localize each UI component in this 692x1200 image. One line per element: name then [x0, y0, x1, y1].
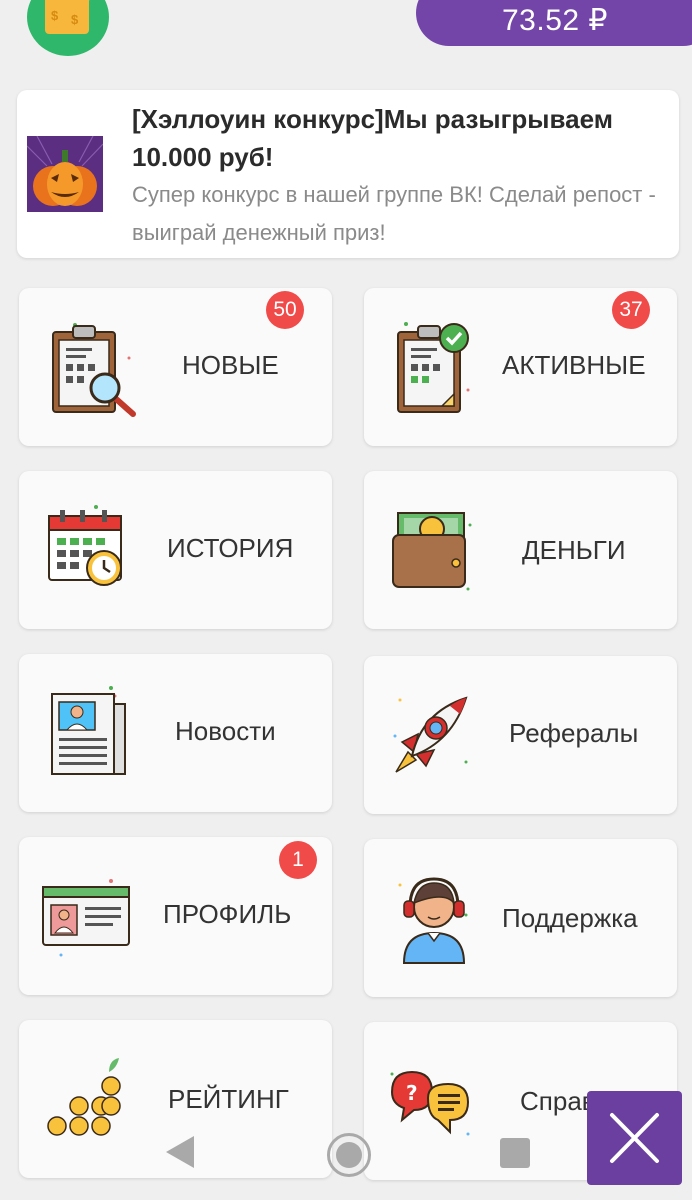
profile-count-badge: 1 — [279, 841, 317, 879]
menu-card-referrals-label: Рефералы — [509, 718, 639, 748]
menu-card-profile[interactable]: ПРОФИЛЬ 1 — [19, 837, 332, 995]
recent-apps-icon[interactable] — [500, 1138, 530, 1168]
active-count-badge: 37 — [612, 291, 650, 329]
menu-card-active-label: АКТИВНЫЕ — [502, 350, 646, 380]
balance-pill[interactable]: 73.52 ₽ — [416, 0, 692, 46]
svg-text:?: ? — [406, 1081, 418, 1105]
menu-card-new-label: НОВЫЕ — [182, 350, 279, 380]
clipboard-search-icon — [52, 323, 136, 417]
menu-card-support[interactable]: Поддержка — [364, 839, 677, 997]
id-card-icon — [42, 879, 130, 957]
menu-card-money[interactable]: ДЕНЬГИ — [364, 471, 677, 629]
newspaper-icon — [51, 686, 126, 775]
menu-card-support-label: Поддержка — [502, 903, 638, 933]
menu-card-new[interactable]: НОВЫЕ 50 — [19, 288, 332, 446]
app-logo: $ $ — [27, 0, 109, 56]
logo-gift-box: $ $ — [45, 0, 89, 34]
menu-card-active[interactable]: АКТИВНЫЕ 37 — [364, 288, 677, 446]
clipboard-check-icon — [397, 322, 470, 413]
close-button[interactable] — [587, 1091, 682, 1185]
menu-card-money-label: ДЕНЬГИ — [522, 535, 626, 565]
menu-card-rating-label: РЕЙТИНГ — [168, 1084, 289, 1114]
calendar-clock-icon — [48, 505, 122, 586]
promo-title: [Хэллоуин конкурс]Мы разыгрываем 10.000 … — [132, 104, 613, 172]
menu-card-news-label: Новости — [175, 716, 276, 746]
home-icon[interactable] — [327, 1133, 371, 1177]
rocket-icon — [393, 696, 468, 773]
menu-card-referrals[interactable]: Рефералы — [364, 656, 677, 814]
menu-card-news[interactable]: Новости — [19, 654, 332, 812]
promo-banner[interactable]: [Хэллоуин конкурс]Мы разыгрываем 10.000 … — [17, 90, 679, 258]
pumpkin-thumbnail — [27, 136, 103, 212]
support-agent-icon — [398, 877, 468, 964]
new-count-badge: 50 — [266, 291, 304, 329]
menu-card-history-label: ИСТОРИЯ — [167, 533, 294, 563]
balance-amount: 73.52 ₽ — [502, 4, 608, 37]
menu-card-history[interactable]: ИСТОРИЯ — [19, 471, 332, 629]
close-icon — [610, 1113, 659, 1163]
wallet-icon — [392, 512, 472, 591]
back-icon[interactable] — [166, 1136, 194, 1168]
promo-description: Супер конкурс в нашей группе ВК! Сделай … — [132, 182, 656, 245]
menu-card-profile-label: ПРОФИЛЬ — [163, 899, 292, 929]
